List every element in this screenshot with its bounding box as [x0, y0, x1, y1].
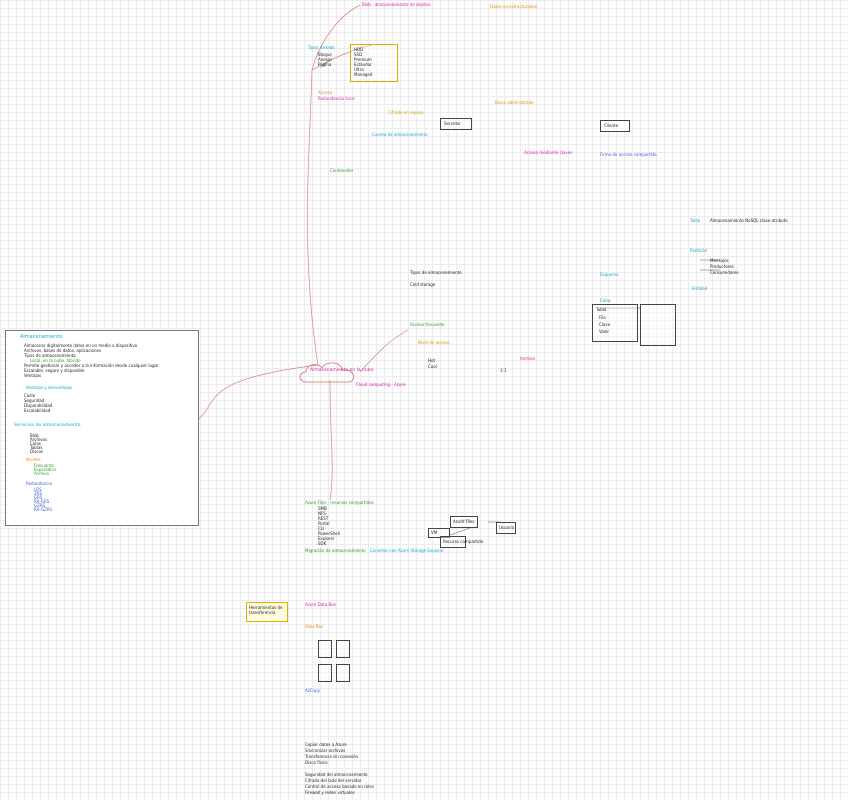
- top-magenta-2: Redundancia local: [318, 96, 355, 101]
- left-sub-item: Escalabilidad: [24, 408, 51, 413]
- top-orange-2: Acceso: [318, 90, 333, 95]
- right-cyan-3: Esquema: [600, 272, 619, 277]
- mid-pair-b: Cool: [428, 364, 437, 369]
- bottom-doc-2: [336, 640, 350, 658]
- top-orange-1: Datos no estructurados: [490, 4, 537, 9]
- right-cyan-2: Partición: [690, 248, 708, 253]
- center-note: Cloud computing - Azure: [356, 382, 406, 387]
- mid-yellow: Nivel de acceso: [418, 340, 450, 345]
- right-table-row: Valor: [599, 329, 610, 334]
- bottom-text: Disco físico: [305, 760, 328, 765]
- blue-item: Discos: [30, 449, 44, 454]
- right-list-item: Mensajes: [710, 258, 729, 263]
- mid-ratio: 1:1: [500, 368, 507, 373]
- top-cyan-1: Tipos de blob: [308, 45, 335, 50]
- mr-orange-title: Disco administrado: [495, 100, 534, 105]
- footer-text: Control de acceso basado en roles: [305, 784, 374, 789]
- left-panel: Almacenamiento Almacenar digitalmente da…: [5, 330, 199, 526]
- left-item: Ventajas: [24, 373, 42, 378]
- top-yellow-1: Cifrado en reposo: [388, 110, 424, 115]
- left-panel-heading: Almacenamiento: [20, 334, 63, 340]
- node-a-label: Servidor: [444, 121, 461, 126]
- right-cyan-4: Entidad: [692, 286, 708, 291]
- mid-green-1: Acceso frecuente: [410, 322, 445, 327]
- center-title: Almacenamiento en la nube: [310, 368, 374, 373]
- right-table: Tabla Fila Clave Valor: [592, 304, 638, 342]
- mr-cyan-label: Cuenta de almacenamiento: [372, 132, 428, 137]
- node-label: Recurso compartido: [443, 539, 484, 544]
- right-list-item: Consumidores: [710, 270, 739, 275]
- mid-magenta: Archivo: [520, 356, 535, 361]
- blue2-item: RA-GZRS: [34, 507, 53, 512]
- bottom-node-files[interactable]: Azure Files: [450, 516, 478, 528]
- node-label: VM: [431, 530, 438, 535]
- top-magenta-1: Blob - almacenamiento de objetos: [362, 2, 431, 7]
- bottom-text: Sincronizar archivos: [305, 748, 346, 753]
- right-table-label: Tabla: [596, 307, 607, 312]
- bottom-list-item: SDK: [318, 541, 327, 546]
- bottom-green-title: Azure Files - recursos compartidos: [305, 500, 374, 505]
- mr-magenta-note: Acceso mediante claves: [524, 150, 573, 155]
- mr-blue-note: Firma de acceso compartido: [600, 152, 657, 157]
- footer-text: Firewall y redes virtuales: [305, 790, 355, 795]
- cloud-icon: [299, 362, 355, 383]
- bottom-doc-4: [336, 664, 350, 682]
- left-section-cyan: Servicios de almacenamiento: [14, 423, 81, 428]
- right-cyan-1: Tabla: [690, 218, 701, 223]
- mid-label-2: Cold storage: [410, 282, 436, 287]
- mid-pair-a: Hot: [428, 358, 436, 363]
- mr-green-label: Contenedor: [330, 168, 354, 173]
- mid-label-1: Tipos de almacenamiento: [410, 270, 462, 275]
- bottom-doc-1: [318, 640, 332, 658]
- footer-text: Seguridad del almacenamiento: [305, 772, 368, 777]
- yellow-note-text: Herramientas de transferencia: [249, 605, 283, 615]
- bottom-text: Copiar datos a Azure: [305, 742, 347, 747]
- bottom-node-user[interactable]: Usuario: [496, 522, 516, 534]
- top-box: HDD SSD Premium Estándar Ultra Managed: [350, 44, 398, 82]
- right-table-row: Fila: [599, 315, 606, 320]
- bottom-node-share[interactable]: Recurso compartido: [440, 536, 483, 548]
- node-b-label: Cliente: [604, 123, 619, 128]
- node-label: Usuario: [499, 525, 515, 530]
- mr-node-b[interactable]: Cliente: [600, 120, 630, 132]
- mr-node-a[interactable]: Servidor: [440, 118, 472, 130]
- top-list-item: Página: [318, 62, 332, 67]
- left-sub-heading: Ventajas y desventajas: [26, 385, 73, 390]
- node-label: Azure Files: [453, 519, 475, 524]
- yellow-note-box: Herramientas de transferencia: [246, 602, 288, 622]
- center-cloud[interactable]: Almacenamiento en la nube: [296, 360, 373, 388]
- left-section-orange: Niveles: [26, 457, 41, 462]
- bottom-text: Transferencia sin conexión: [305, 754, 359, 759]
- bottom-blue-sec: AzCopy: [305, 688, 320, 693]
- right-cyan-5: Colas: [600, 298, 611, 303]
- bottom-doc-3: [318, 664, 332, 682]
- right-table-2: [640, 304, 676, 346]
- green-item: Archivo: [34, 471, 49, 476]
- bottom-green-2: Migración de almacenamiento: [305, 548, 366, 553]
- bottom-orange-sec: Data Box: [305, 624, 324, 629]
- right-line-1: Almacenamiento NoSQL clave-atributo: [710, 218, 788, 223]
- bottom-pink-section: Azure Data Box: [305, 602, 336, 607]
- right-list-item: Productores: [710, 264, 734, 269]
- bottom-cyan-note: Conectar con Azure Storage Explorer: [370, 548, 445, 553]
- right-table-row: Clave: [599, 322, 611, 327]
- footer-text: Cifrado del lado del servidor: [305, 778, 362, 783]
- left-section-blue2: Redundancia: [26, 481, 52, 486]
- box-item: Managed: [354, 72, 373, 77]
